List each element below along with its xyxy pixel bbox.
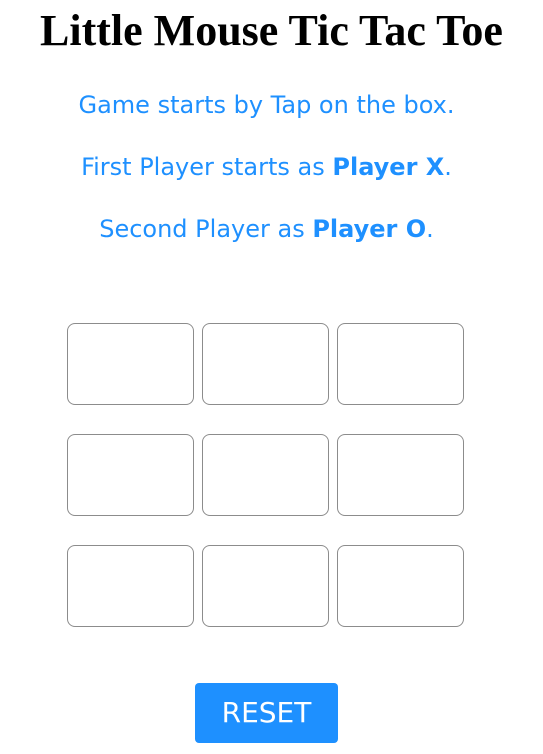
instruction-second-player-suffix: . <box>426 215 434 243</box>
instruction-second-player: Second Player as Player O. <box>0 214 533 244</box>
instruction-second-player-prefix: Second Player as <box>99 215 313 243</box>
board-cell-9[interactable] <box>337 545 464 627</box>
board-cell-6[interactable] <box>337 434 464 516</box>
instruction-first-player: First Player starts as Player X. <box>0 152 533 182</box>
page-title: Little Mouse Tic Tac Toe <box>40 6 503 55</box>
player-x-label: Player X <box>332 153 445 181</box>
player-o-label: Player O <box>312 215 427 243</box>
board-cell-7[interactable] <box>67 545 194 627</box>
board-cell-8[interactable] <box>202 545 329 627</box>
game-page: Little Mouse Tic Tac Toe Game starts by … <box>0 0 543 754</box>
game-board <box>67 323 467 629</box>
board-cell-5[interactable] <box>202 434 329 516</box>
instruction-tap: Game starts by Tap on the box. <box>78 91 455 119</box>
reset-button[interactable]: RESET <box>195 683 338 743</box>
board-cell-3[interactable] <box>337 323 464 405</box>
board-cell-4[interactable] <box>67 434 194 516</box>
instruction-first-player-suffix: . <box>444 153 452 181</box>
board-cell-1[interactable] <box>67 323 194 405</box>
instruction-first-player-prefix: First Player starts as <box>81 153 333 181</box>
board-cell-2[interactable] <box>202 323 329 405</box>
